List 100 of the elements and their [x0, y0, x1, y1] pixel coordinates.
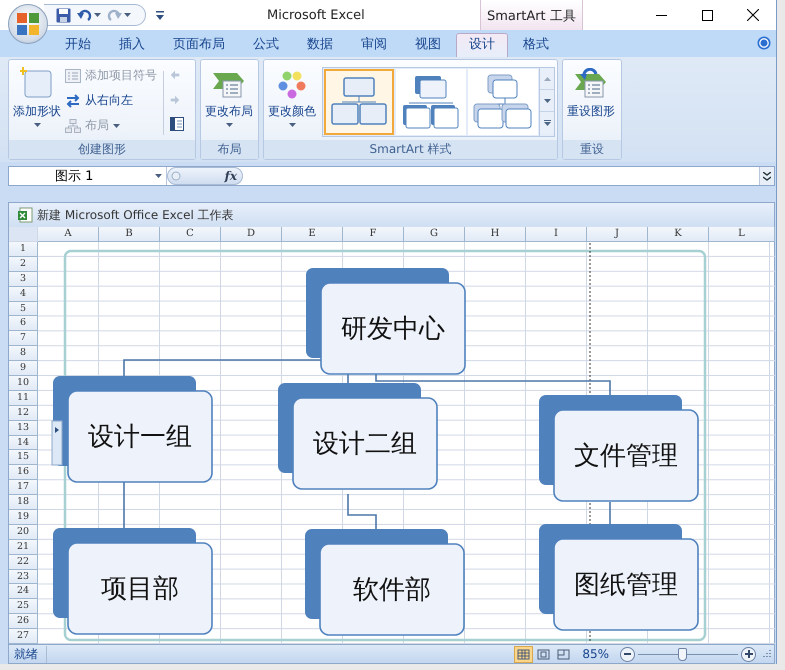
ribbon-tab[interactable]: 插入 [106, 33, 158, 57]
group-label: 创建图形 [9, 140, 195, 159]
column-header[interactable]: D [221, 227, 282, 242]
view-icon [536, 648, 552, 660]
ribbon-tab[interactable]: 数据 [294, 33, 346, 57]
color-dots-icon [277, 70, 307, 100]
dropdown-caret-icon [288, 123, 296, 127]
double-caret-icon [763, 172, 771, 180]
column-header[interactable]: L [709, 227, 775, 242]
text-pane-icon [170, 117, 184, 131]
row-header[interactable]: 26 [9, 614, 38, 630]
column-header[interactable]: G [404, 227, 465, 242]
swap-arrows-icon [65, 94, 81, 108]
row-header[interactable]: 18 [9, 495, 38, 510]
maximize-icon [702, 10, 712, 20]
plus-icon [744, 650, 752, 658]
zoom-out-button[interactable] [620, 646, 635, 662]
connector-line [609, 502, 611, 524]
row-header[interactable]: 9 [9, 361, 38, 376]
ribbon-button[interactable]: 添加形状 [11, 63, 63, 130]
column-header[interactable]: H [465, 227, 526, 242]
bullet-list-icon [65, 68, 81, 82]
view-button[interactable] [514, 646, 534, 662]
zoom-in-button[interactable] [741, 646, 756, 662]
connector-line [123, 482, 125, 528]
zoom-level[interactable]: 85% [582, 647, 609, 661]
row-header[interactable]: 25 [9, 599, 38, 614]
text-pane-toggle[interactable] [52, 420, 62, 466]
help-icon[interactable] [757, 36, 771, 50]
row-header[interactable]: 5 [9, 302, 38, 316]
row-header[interactable]: 27 [9, 629, 38, 644]
customize-toolbar-icon[interactable] [156, 10, 164, 20]
row-header[interactable]: 10 [9, 376, 38, 391]
row-header[interactable]: 22 [9, 554, 38, 570]
ribbon-tab[interactable]: 开始 [52, 33, 104, 57]
row-header[interactable]: 13 [9, 420, 38, 436]
column-header[interactable]: E [282, 227, 343, 242]
ribbon-tab[interactable]: 格式 [510, 33, 562, 57]
row-header[interactable]: 12 [9, 406, 38, 421]
row-header[interactable]: 15 [9, 450, 38, 466]
ribbon-tab[interactable]: 公式 [240, 33, 292, 57]
row-header[interactable]: 8 [9, 346, 38, 362]
group-label: 布局 [201, 140, 258, 159]
layout-thumbnail[interactable] [468, 69, 538, 135]
office-logo-icon [16, 12, 40, 36]
row-header[interactable]: 19 [9, 510, 38, 525]
dropdown-caret-icon [226, 123, 232, 127]
ribbon-button[interactable]: 更改颜色 [266, 63, 318, 130]
ribbon-tab[interactable]: 页面布局 [160, 33, 238, 57]
layout-thumbnail-icon [473, 74, 533, 130]
hierarchy-icon [65, 118, 81, 132]
scroll-down-button[interactable] [540, 90, 554, 112]
column-header[interactable]: A [38, 227, 99, 242]
ribbon-tab[interactable]: 审阅 [348, 33, 400, 57]
column-header[interactable]: F [343, 227, 404, 242]
dropdown-caret-icon [155, 174, 162, 178]
row-header[interactable]: 23 [9, 570, 38, 584]
dropdown-caret-icon [34, 123, 40, 127]
close-icon [747, 9, 759, 21]
row-header[interactable]: 20 [9, 524, 38, 540]
row-header[interactable]: 11 [9, 390, 38, 406]
row-header[interactable]: 3 [9, 272, 38, 287]
insert-function-button[interactable]: fx [224, 169, 237, 183]
layout-thumbnail-icon [401, 74, 461, 130]
group-label: SmartArt 样式 [264, 140, 557, 159]
ribbon-button[interactable]: 重设图形 [565, 63, 617, 123]
row-header[interactable]: 2 [9, 256, 38, 272]
row-header[interactable]: 14 [9, 436, 38, 450]
more-icon [544, 120, 550, 126]
excel-file-icon [17, 207, 33, 223]
expand-formula-button[interactable] [759, 167, 774, 185]
row-header[interactable]: 17 [9, 480, 38, 496]
row-header[interactable]: 16 [9, 465, 38, 480]
more-button[interactable] [540, 112, 554, 134]
row-header[interactable]: 24 [9, 584, 38, 600]
shape-icon [20, 66, 54, 100]
layout-thumbnail[interactable] [396, 69, 466, 135]
row-header[interactable]: 6 [9, 316, 38, 332]
layout-arrow-icon [212, 70, 246, 100]
save-icon[interactable] [56, 8, 71, 22]
column-header[interactable]: K [648, 227, 709, 242]
layout-thumbnail[interactable] [324, 69, 394, 135]
column-header[interactable]: I [526, 227, 587, 242]
ribbon-button[interactable]: 从右向左 [63, 88, 159, 113]
row-header[interactable]: 21 [9, 540, 38, 555]
row-header[interactable]: 1 [9, 242, 38, 257]
ribbon-tab[interactable]: 设计 [456, 33, 508, 57]
status-text: 就绪 [9, 646, 47, 662]
undo-icon[interactable] [77, 8, 92, 22]
column-header[interactable]: J [587, 227, 648, 242]
column-header[interactable]: B [99, 227, 160, 242]
row-header[interactable]: 7 [9, 331, 38, 346]
smartart-frame[interactable] [64, 250, 706, 642]
column-header[interactable]: C [160, 227, 221, 242]
slider-thumb[interactable] [678, 648, 687, 660]
ribbon-tab[interactable]: 视图 [402, 33, 454, 57]
zoom-slider[interactable] [638, 646, 738, 662]
row-header[interactable]: 4 [9, 286, 38, 302]
ribbon-button[interactable]: 更改布局 [203, 63, 255, 130]
window-title: Microsoft Excel [267, 8, 366, 22]
